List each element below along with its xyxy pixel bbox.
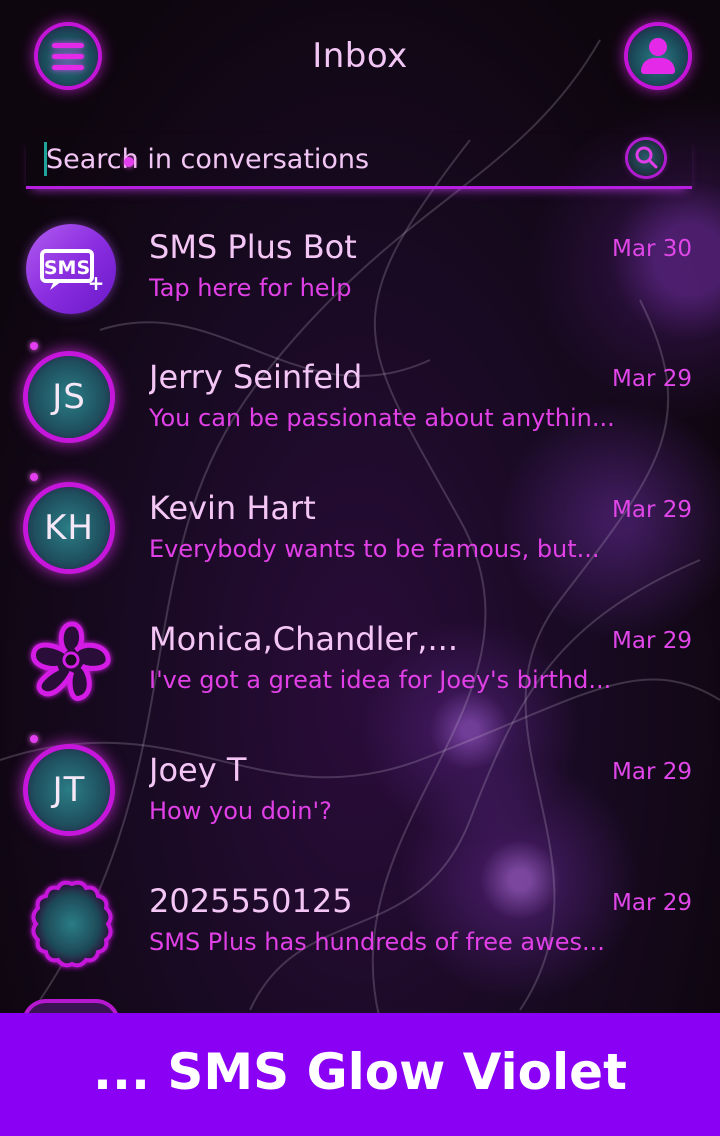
glow-sparkle bbox=[30, 342, 38, 350]
contact-initials: JT bbox=[28, 749, 110, 831]
sms-plus-logo-icon: SMS + bbox=[26, 224, 116, 314]
avatar: KH bbox=[24, 473, 120, 579]
search-icon bbox=[635, 146, 658, 169]
avatar bbox=[24, 614, 120, 710]
person-icon-body bbox=[641, 58, 675, 74]
message-date: Mar 30 bbox=[612, 236, 692, 262]
contact-name: Monica,Chandler,... bbox=[149, 620, 458, 658]
conversation-row[interactable]: 2025550125 Mar 29 SMS Plus has hundreds … bbox=[0, 868, 720, 992]
app-header: Inbox bbox=[0, 0, 720, 112]
person-icon bbox=[649, 38, 667, 56]
avatar: JS bbox=[24, 342, 120, 448]
message-preview: SMS Plus has hundreds of free awes... bbox=[149, 928, 605, 956]
message-date: Mar 29 bbox=[612, 628, 692, 654]
svg-text:SMS: SMS bbox=[44, 257, 90, 279]
svg-text:+: + bbox=[88, 271, 105, 295]
message-date: Mar 29 bbox=[612, 366, 692, 392]
message-preview: I've got a great idea for Joey's birthd.… bbox=[149, 666, 612, 694]
contact-name: Jerry Seinfeld bbox=[149, 358, 363, 396]
conversation-row[interactable]: JT Joey T Mar 29 How you doin'? bbox=[0, 735, 720, 861]
scalloped-contact-icon bbox=[31, 880, 113, 968]
contact-initials: JS bbox=[28, 356, 110, 438]
avatar bbox=[24, 876, 120, 972]
conversation-row[interactable]: KH Kevin Hart Mar 29 Everybody wants to … bbox=[0, 473, 720, 599]
message-preview: You can be passionate about anythin... bbox=[149, 404, 615, 432]
banner-text: ... SMS Glow Violet bbox=[93, 1043, 627, 1101]
profile-button[interactable] bbox=[628, 26, 688, 86]
avatar: JT bbox=[24, 735, 120, 841]
contact-name: 2025550125 bbox=[149, 882, 353, 920]
contact-name: Joey T bbox=[149, 751, 247, 789]
conversation-row[interactable]: JS Jerry Seinfeld Mar 29 You can be pass… bbox=[0, 342, 720, 468]
group-flower-icon bbox=[31, 621, 111, 701]
glow-sparkle bbox=[30, 735, 38, 743]
conversation-row[interactable]: Monica,Chandler,... Mar 29 I've got a gr… bbox=[0, 606, 720, 730]
message-preview: Tap here for help bbox=[149, 274, 352, 302]
contact-name: Kevin Hart bbox=[149, 489, 316, 527]
search-button[interactable] bbox=[628, 140, 664, 176]
page-title: Inbox bbox=[312, 36, 408, 76]
message-preview: How you doin'? bbox=[149, 797, 332, 825]
contact-name: SMS Plus Bot bbox=[149, 228, 357, 266]
avatar: SMS + bbox=[24, 222, 120, 318]
message-preview: Everybody wants to be famous, but... bbox=[149, 535, 600, 563]
promo-banner: ... SMS Glow Violet bbox=[0, 1013, 720, 1136]
glow-sparkle bbox=[30, 473, 38, 481]
message-date: Mar 29 bbox=[612, 497, 692, 523]
conversation-row[interactable]: SMS + SMS Plus Bot Mar 30 Tap here for h… bbox=[0, 214, 720, 338]
message-date: Mar 29 bbox=[612, 759, 692, 785]
message-date: Mar 29 bbox=[612, 890, 692, 916]
contact-initials: KH bbox=[28, 487, 110, 569]
unread-indicator bbox=[124, 157, 134, 167]
